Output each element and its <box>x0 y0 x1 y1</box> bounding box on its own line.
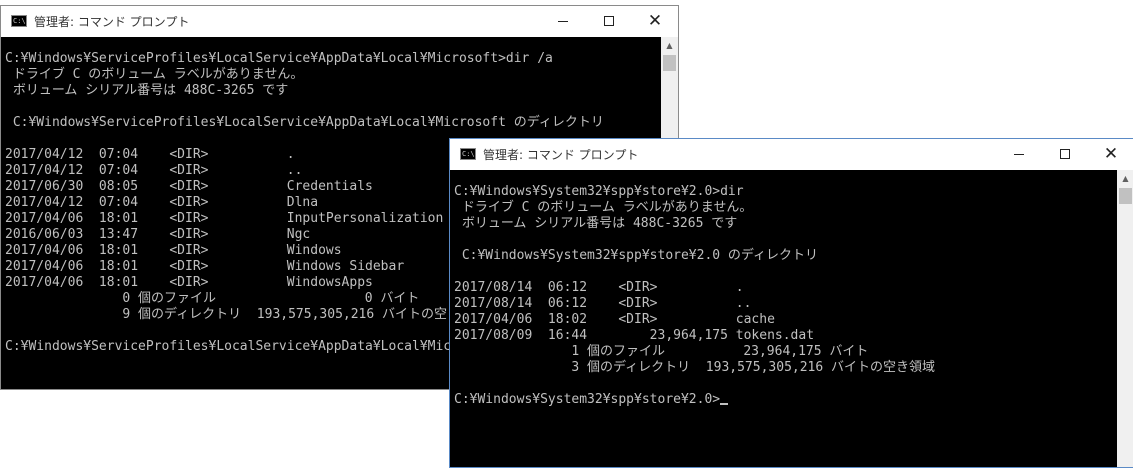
scroll-up-icon[interactable]: ▲ <box>1117 170 1133 187</box>
command-prompt-window-front[interactable]: C:\ 管理者: コマンド プロンプト ✕ C:¥Windows¥System3… <box>449 138 1133 468</box>
maximize-button[interactable] <box>586 6 632 36</box>
minimize-icon <box>558 20 568 22</box>
text-cursor <box>720 403 729 405</box>
scroll-thumb[interactable] <box>1119 188 1132 204</box>
vertical-scrollbar[interactable]: ▲ <box>1117 170 1133 467</box>
window-title: 管理者: コマンド プロンプト <box>483 148 639 162</box>
scroll-thumb[interactable] <box>663 55 676 71</box>
console-app-icon: C:\ <box>11 15 27 27</box>
maximize-icon <box>1060 149 1070 159</box>
console-text: C:¥Windows¥System32¥spp¥store¥2.0>dir ドラ… <box>454 184 936 407</box>
minimize-icon <box>1014 153 1024 155</box>
minimize-button[interactable] <box>540 6 586 36</box>
minimize-button[interactable] <box>996 139 1042 169</box>
maximize-icon <box>604 16 614 26</box>
close-button[interactable]: ✕ <box>632 6 678 36</box>
close-icon: ✕ <box>1103 143 1119 164</box>
scroll-up-icon[interactable]: ▲ <box>661 37 678 54</box>
console-output-area[interactable]: C:¥Windows¥System32¥spp¥store¥2.0>dir ドラ… <box>450 170 1117 467</box>
maximize-button[interactable] <box>1042 139 1088 169</box>
title-bar[interactable]: C:\ 管理者: コマンド プロンプト ✕ <box>1 6 678 37</box>
close-icon: ✕ <box>647 10 663 31</box>
title-bar[interactable]: C:\ 管理者: コマンド プロンプト ✕ <box>450 139 1133 170</box>
console-app-icon: C:\ <box>460 148 476 160</box>
window-title: 管理者: コマンド プロンプト <box>34 15 190 29</box>
close-button[interactable]: ✕ <box>1088 139 1133 169</box>
